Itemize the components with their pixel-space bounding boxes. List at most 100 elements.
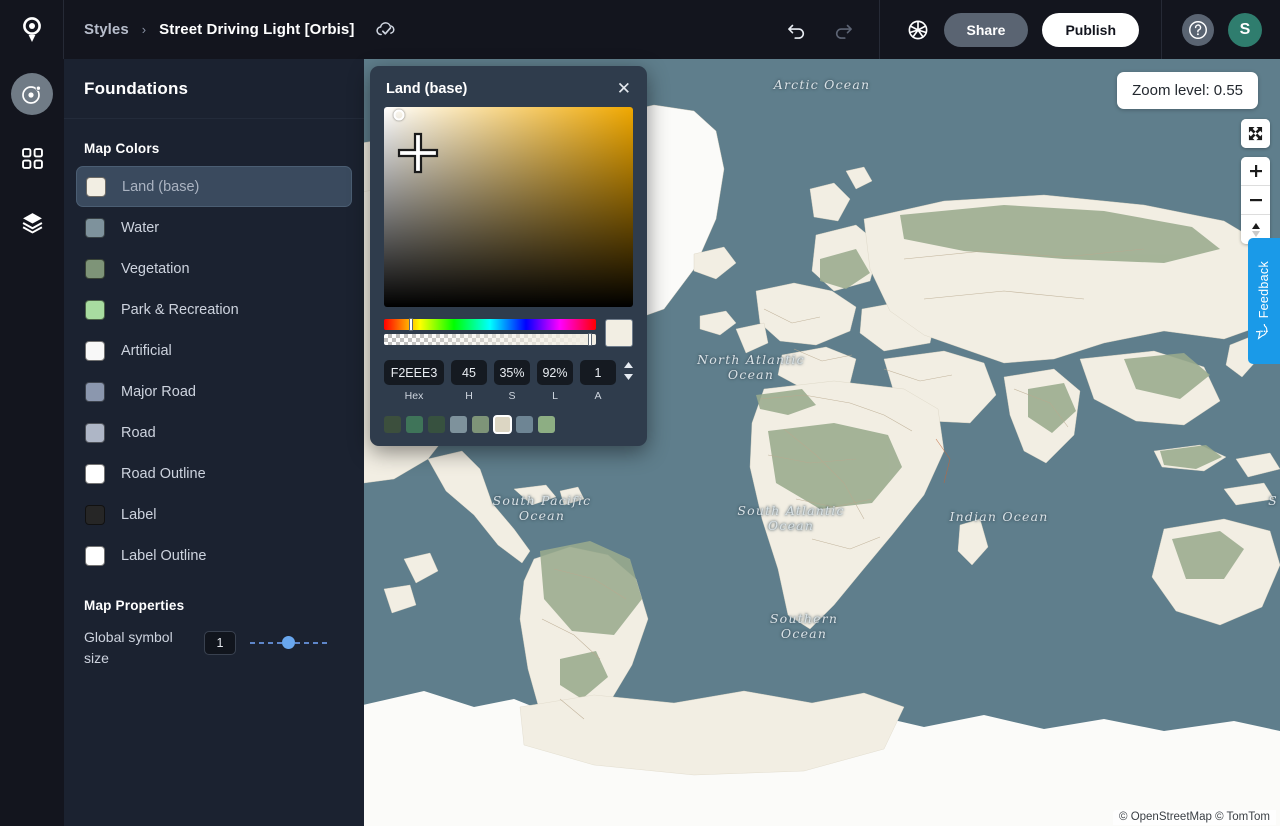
color-row-vegetation[interactable]: Vegetation (76, 248, 352, 289)
palette-swatch[interactable] (406, 416, 423, 433)
color-preview-swatch (605, 319, 633, 347)
color-label: Label Outline (121, 547, 207, 564)
map-properties-section-label: Map Properties (84, 598, 185, 613)
orbit-circle-icon (22, 85, 42, 104)
color-label: Water (121, 219, 160, 236)
color-label: Vegetation (121, 260, 190, 277)
hex-input[interactable]: F2EEE3 (384, 360, 444, 385)
minus-icon[interactable] (1241, 186, 1270, 215)
question-mark-circle-icon (1189, 20, 1207, 39)
color-row-land-base[interactable]: Land (base) (76, 166, 352, 207)
alpha-field-label: A (594, 390, 602, 402)
alpha-slider[interactable] (384, 333, 596, 346)
cloud-check-icon (376, 21, 396, 39)
lightness-field: 92% L (537, 360, 573, 402)
slider-thumb[interactable] (281, 636, 295, 649)
color-row-artificial[interactable]: Artificial (76, 330, 352, 371)
left-rail (0, 59, 64, 826)
palette-swatch[interactable] (538, 416, 555, 433)
speech-bubble-dots-icon (1255, 324, 1268, 340)
color-row-label[interactable]: Label (76, 494, 352, 535)
publish-button[interactable]: Publish (1042, 12, 1139, 47)
color-row-park-recreation[interactable]: Park & Recreation (76, 289, 352, 330)
palette-swatch[interactable] (428, 416, 445, 433)
expand-arrows-icon[interactable] (1241, 119, 1270, 148)
color-row-road-outline[interactable]: Road Outline (76, 453, 352, 494)
color-swatch (85, 299, 105, 320)
color-label: Park & Recreation (121, 301, 239, 318)
color-label: Label (121, 506, 157, 523)
help-button[interactable] (1182, 13, 1214, 46)
breadcrumb: Styles › Street Driving Light [Orbis] (64, 21, 396, 39)
color-label: Major Road (121, 383, 196, 400)
app-logo[interactable] (0, 0, 64, 59)
color-row-label-outline[interactable]: Label Outline (76, 535, 352, 576)
lightness-field-label: L (552, 390, 558, 402)
history-controls (785, 0, 880, 59)
close-x-icon[interactable]: ✕ (617, 80, 631, 97)
color-swatch (85, 504, 105, 525)
avatar[interactable]: S (1228, 12, 1262, 47)
global-symbol-size-slider[interactable] (250, 636, 328, 650)
crosshair-cursor-icon (397, 132, 439, 174)
palette-swatch[interactable] (384, 416, 401, 433)
color-swatch (85, 258, 105, 279)
global-symbol-size-label: Global symbol size (84, 629, 173, 666)
zoom-controls (1241, 157, 1270, 244)
hue-slider[interactable] (384, 318, 596, 331)
color-swatch (85, 217, 105, 238)
lightness-input[interactable]: 92% (537, 360, 573, 385)
map-attribution: © OpenStreetMap © TomTom (1113, 810, 1276, 825)
undo-arrow-icon[interactable] (785, 18, 809, 42)
color-label: Road Outline (121, 465, 206, 482)
top-bar: Styles › Street Driving Light [Orbis] Sh… (0, 0, 1280, 59)
saturation-field-label: S (508, 390, 516, 402)
global-symbol-size-row: Global symbol size 1 (64, 623, 364, 669)
breadcrumb-styles-link[interactable]: Styles (84, 21, 129, 38)
share-button[interactable]: Share (943, 12, 1029, 47)
saturation-value-area[interactable] (384, 107, 633, 307)
palette-swatch[interactable] (516, 416, 533, 433)
color-picker-header: Land (base) ✕ (370, 66, 647, 107)
plus-icon[interactable] (1241, 157, 1270, 186)
map-colors-section-label: Map Colors (84, 141, 160, 156)
alpha-input[interactable]: 1 (580, 360, 616, 385)
feedback-label: Feedback (1257, 260, 1271, 319)
saturation-input[interactable]: 35% (494, 360, 530, 385)
color-picker-popover[interactable]: Land (base) ✕ F2EEE3 Hex 45 H 35% S 92% … (370, 66, 647, 446)
feedback-tab[interactable]: Feedback (1248, 238, 1280, 364)
hue-field-label: H (465, 390, 473, 402)
hue-input[interactable]: 45 (451, 360, 487, 385)
fullscreen-control[interactable] (1241, 119, 1270, 148)
redo-arrow-icon[interactable] (831, 18, 855, 42)
color-label: Road (121, 424, 156, 441)
camera-aperture-icon[interactable] (906, 18, 930, 42)
color-row-major-road[interactable]: Major Road (76, 371, 352, 412)
palette-swatch[interactable] (493, 415, 512, 434)
saturation-field: 35% S (494, 360, 530, 402)
rail-item-foundations[interactable] (11, 73, 53, 115)
color-label: Land (base) (122, 178, 200, 195)
rail-item-components[interactable] (11, 137, 53, 179)
rail-item-layers[interactable] (11, 201, 53, 243)
color-fields-row: F2EEE3 Hex 45 H 35% S 92% L 1 A (384, 360, 633, 402)
color-swatch (85, 545, 105, 566)
sv-handle[interactable] (393, 109, 405, 121)
hue-thumb[interactable] (409, 318, 414, 331)
stepper-up-down-icon[interactable] (623, 362, 634, 380)
global-symbol-size-controls: 1 (204, 631, 328, 655)
sliders-column (384, 318, 596, 346)
publish-actions: Share Publish (880, 0, 1162, 59)
color-row-road[interactable]: Road (76, 412, 352, 453)
global-symbol-size-input[interactable]: 1 (204, 631, 236, 655)
map-controls (1241, 119, 1270, 253)
alpha-field: 1 A (580, 360, 616, 402)
color-swatch (85, 422, 105, 443)
hue-field: 45 H (451, 360, 487, 402)
palette-swatch[interactable] (450, 416, 467, 433)
location-pin-icon (22, 16, 41, 42)
color-picker-title: Land (base) (386, 80, 468, 97)
alpha-thumb[interactable] (587, 333, 592, 346)
palette-swatch[interactable] (472, 416, 489, 433)
color-row-water[interactable]: Water (76, 207, 352, 248)
